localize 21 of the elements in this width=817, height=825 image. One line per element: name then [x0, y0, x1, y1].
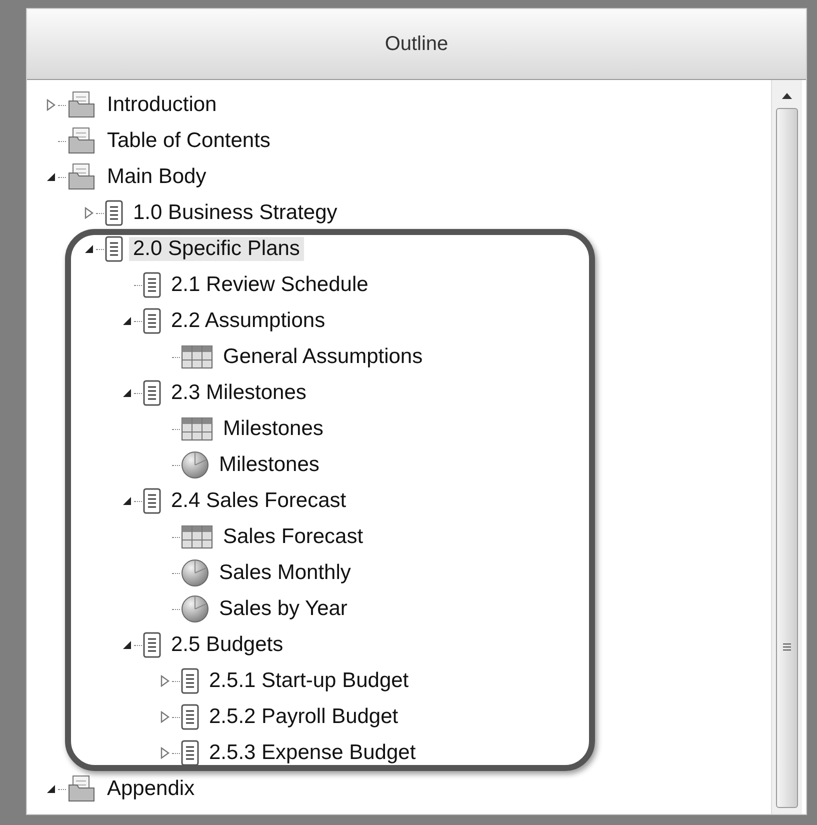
- tree-item[interactable]: Appendix: [103, 777, 199, 801]
- tree-item[interactable]: 2.0 Specific Plans: [129, 237, 304, 261]
- tree-item[interactable]: 2.5 Budgets: [167, 633, 288, 657]
- tree-item[interactable]: Table of Contents: [103, 129, 274, 153]
- tree-item[interactable]: Sales by Year: [215, 597, 352, 621]
- tree-item[interactable]: Sales Forecast: [219, 525, 368, 549]
- tree-item[interactable]: 2.3 Milestones: [167, 381, 310, 405]
- tree-item[interactable]: 2.5.2 Payroll Budget: [205, 705, 402, 729]
- tree-item[interactable]: Main Body: [103, 165, 210, 189]
- tree-item[interactable]: Milestones: [215, 453, 324, 477]
- tree-item[interactable]: 2.4 Sales Forecast: [167, 489, 350, 513]
- tree-item[interactable]: 2.1 Review Schedule: [167, 273, 372, 297]
- tree-item[interactable]: Sales Monthly: [215, 561, 355, 585]
- tree-item[interactable]: Introduction: [103, 93, 221, 117]
- tree-item[interactable]: 1.0 Business Strategy: [129, 201, 342, 225]
- tree-item[interactable]: 2.5.3 Expense Budget: [205, 741, 420, 765]
- tree-item[interactable]: Milestones: [219, 417, 328, 441]
- tree-item[interactable]: 2.5.1 Start-up Budget: [205, 669, 413, 693]
- tree-item[interactable]: General Assumptions: [219, 345, 427, 369]
- panel-title: Outline: [27, 9, 806, 80]
- tree-item[interactable]: 2.2 Assumptions: [167, 309, 330, 333]
